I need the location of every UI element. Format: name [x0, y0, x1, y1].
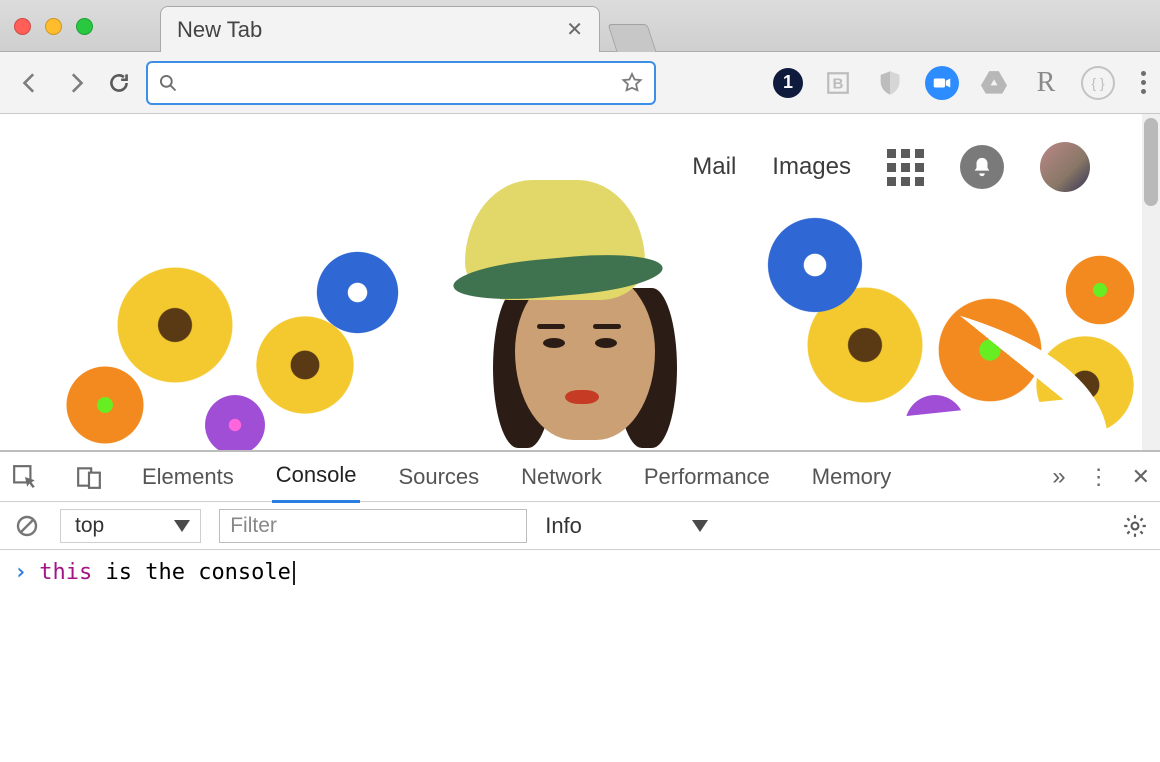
dropdown-triangle-icon	[174, 520, 190, 532]
tab-close-icon[interactable]: ✕	[566, 17, 583, 42]
browser-tab-active[interactable]: New Tab ✕	[160, 6, 600, 52]
extension-zoom-icon[interactable]	[925, 66, 959, 100]
extension-notification-badge[interactable]: 1	[773, 68, 803, 98]
browser-toolbar: 1 B R { }	[0, 52, 1160, 114]
window-titlebar: New Tab ✕	[0, 0, 1160, 52]
device-toolbar-icon[interactable]	[74, 462, 104, 492]
close-window-button[interactable]	[14, 18, 31, 35]
devtools-tabbar: Elements Console Sources Network Perform…	[0, 452, 1160, 502]
console-keyword: this	[39, 560, 92, 585]
extension-braces-icon[interactable]: { }	[1081, 66, 1115, 100]
images-link[interactable]: Images	[772, 153, 851, 181]
prompt-chevron-icon: ›	[14, 560, 27, 585]
reload-button[interactable]	[102, 66, 136, 100]
log-level-label: Info	[545, 513, 582, 539]
inspect-element-icon[interactable]	[10, 462, 40, 492]
console-output[interactable]: › this is the console	[0, 550, 1160, 762]
dropdown-triangle-icon	[692, 520, 708, 532]
more-tabs-icon[interactable]: »	[1052, 463, 1065, 491]
context-label: top	[75, 514, 104, 538]
console-input-text[interactable]: this is the console	[39, 560, 295, 585]
console-prompt-line[interactable]: › this is the console	[14, 560, 1146, 585]
extension-icons: 1 B R { }	[773, 66, 1146, 100]
console-toolbar: top Filter Info	[0, 502, 1160, 550]
tab-performance[interactable]: Performance	[640, 452, 774, 502]
omnibox[interactable]	[146, 61, 656, 105]
traffic-lights	[14, 18, 93, 35]
browser-tabs: New Tab ✕	[160, 6, 652, 52]
maximize-window-button[interactable]	[76, 18, 93, 35]
page-content: Mail Images	[0, 114, 1160, 450]
new-tab-button[interactable]	[607, 24, 656, 52]
page-scrollbar[interactable]	[1142, 114, 1160, 450]
badge-count: 1	[783, 72, 793, 93]
tab-title: New Tab	[177, 17, 566, 43]
console-settings-icon[interactable]	[1122, 513, 1148, 539]
tab-console[interactable]: Console	[272, 450, 361, 503]
bookmark-star-icon[interactable]	[620, 71, 644, 95]
google-apps-icon[interactable]	[887, 149, 924, 186]
tab-network[interactable]: Network	[517, 452, 606, 502]
tab-sources[interactable]: Sources	[394, 452, 483, 502]
console-filter-input[interactable]: Filter	[219, 509, 527, 543]
context-selector[interactable]: top	[60, 509, 201, 543]
tab-elements[interactable]: Elements	[138, 452, 238, 502]
extension-b-icon[interactable]: B	[821, 66, 855, 100]
log-level-selector[interactable]: Info	[545, 513, 708, 539]
filter-placeholder: Filter	[230, 514, 277, 538]
account-avatar[interactable]	[1040, 142, 1090, 192]
chrome-menu-button[interactable]	[1141, 71, 1146, 94]
extension-shield-icon[interactable]	[873, 66, 907, 100]
devtools-close-icon[interactable]: ✕	[1132, 464, 1150, 490]
extension-r-icon[interactable]: R	[1029, 66, 1063, 100]
svg-text:B: B	[833, 75, 844, 92]
forward-button[interactable]	[58, 66, 92, 100]
gmail-link[interactable]: Mail	[692, 153, 736, 181]
tab-memory[interactable]: Memory	[808, 452, 895, 502]
devtools-panel: Elements Console Sources Network Perform…	[0, 450, 1160, 762]
doodle-figure	[405, 180, 755, 450]
text-cursor	[293, 561, 295, 585]
address-input[interactable]	[188, 72, 610, 93]
search-icon	[158, 73, 178, 93]
minimize-window-button[interactable]	[45, 18, 62, 35]
clear-console-icon[interactable]	[12, 511, 42, 541]
google-doodle[interactable]	[0, 190, 1160, 450]
notifications-bell-icon[interactable]	[960, 145, 1004, 189]
devtools-menu-icon[interactable]: ⋮	[1088, 464, 1110, 490]
back-button[interactable]	[14, 66, 48, 100]
extension-drive-icon[interactable]	[977, 66, 1011, 100]
console-rest: is the console	[92, 560, 291, 585]
